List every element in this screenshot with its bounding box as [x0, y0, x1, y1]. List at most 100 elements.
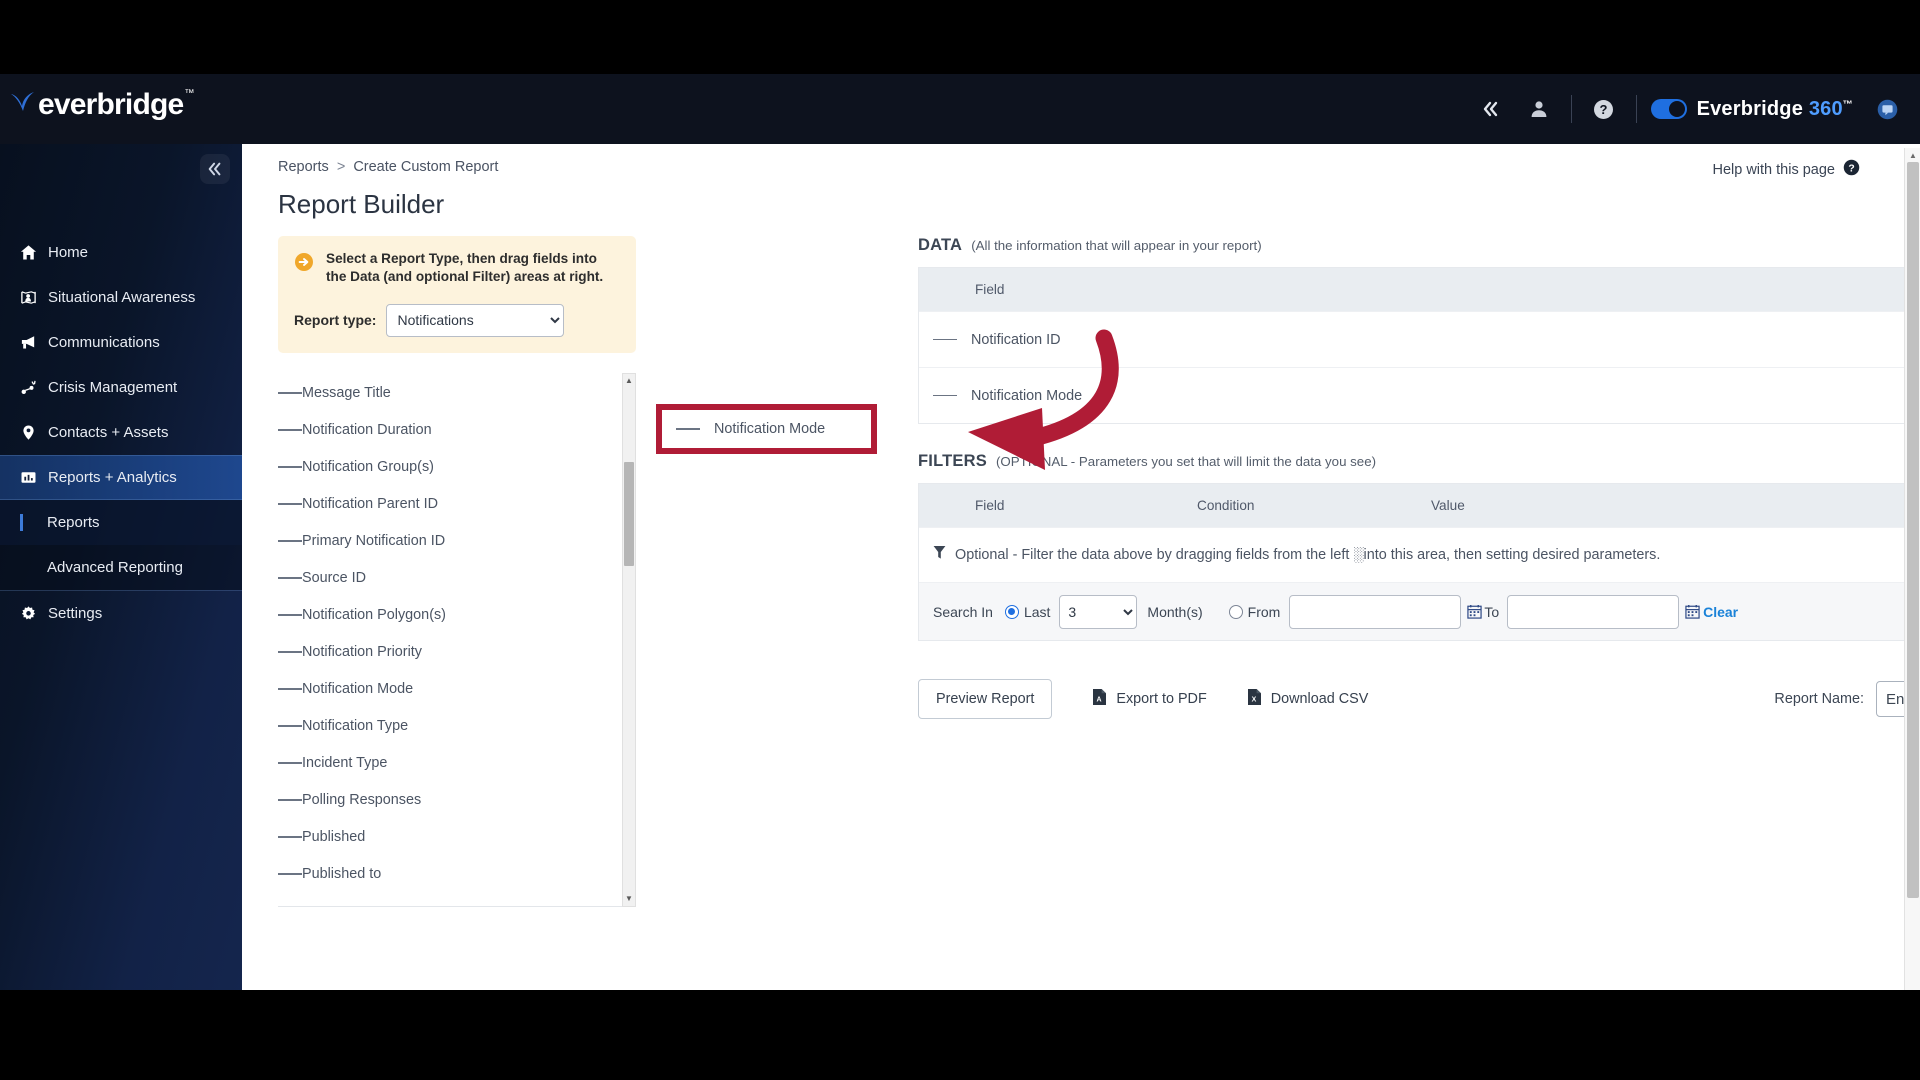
drag-handle-icon[interactable]: [278, 871, 302, 877]
scrollbar-thumb[interactable]: [624, 461, 634, 566]
sidebar-item-crisis-management[interactable]: Crisis Management: [0, 365, 242, 410]
field-list-scrollbar[interactable]: ▲ ▼: [622, 372, 636, 907]
sidebar-item-reports-analytics[interactable]: Reports + Analytics: [0, 455, 242, 500]
screenshot-root: everbridge ™ ? Everbridge 360™ Home Situ…: [0, 0, 1920, 1080]
drag-handle-icon[interactable]: [278, 686, 302, 692]
gear-icon: [20, 605, 48, 622]
list-item[interactable]: Polling Responses: [278, 782, 636, 819]
calendar-icon[interactable]: [1467, 604, 1482, 619]
help-circle-icon[interactable]: ?: [1843, 159, 1860, 180]
field-label: Polling Responses: [302, 792, 422, 809]
location-pin-icon: [20, 424, 48, 441]
sidebar-item-situational-awareness[interactable]: Situational Awareness: [0, 275, 242, 320]
radio-from[interactable]: [1228, 604, 1243, 619]
field-label: Notification Group(s): [302, 459, 434, 476]
header-collapse-button[interactable]: [1467, 74, 1515, 144]
breadcrumb: Reports > Create Custom Report: [278, 159, 498, 175]
sidebar-nav: Home Situational Awareness Communication…: [0, 230, 242, 636]
drag-handle-icon[interactable]: [278, 538, 302, 544]
e360-prefix: Everbridge: [1696, 97, 1809, 120]
page-title: Report Builder: [278, 189, 445, 219]
scroll-down-arrow-icon[interactable]: ▼: [623, 892, 635, 906]
data-table: Field Remove All Notification ID Notific…: [918, 267, 1920, 424]
user-icon[interactable]: [1515, 74, 1563, 144]
list-item[interactable]: Source ID: [278, 560, 636, 597]
sidebar-item-home[interactable]: Home: [0, 230, 242, 275]
list-item[interactable]: Published to: [278, 856, 636, 893]
to-date-input[interactable]: [1507, 594, 1680, 629]
info-callout: Select a Report Type, then drag fields i…: [278, 236, 636, 353]
scroll-up-arrow-icon[interactable]: ▲: [1905, 148, 1920, 162]
list-item[interactable]: Message Title: [278, 375, 636, 412]
drag-handle-icon[interactable]: [278, 834, 302, 840]
scroll-up-arrow-icon[interactable]: ▲: [623, 374, 635, 388]
clear-dates-link[interactable]: Clear: [1703, 604, 1738, 620]
calendar-icon[interactable]: [1685, 604, 1700, 619]
list-item[interactable]: Notification Type: [278, 708, 636, 745]
page-scrollbar-thumb[interactable]: [1907, 162, 1919, 898]
megaphone-icon: [20, 334, 48, 351]
radio-last[interactable]: [1004, 604, 1019, 619]
filters-empty-dropzone[interactable]: Optional - Filter the data above by drag…: [919, 527, 1920, 582]
everbridge-360-switch[interactable]: [1650, 99, 1687, 119]
list-item[interactable]: Notification Parent ID: [278, 486, 636, 523]
list-item[interactable]: Notification Duration: [278, 412, 636, 449]
list-item[interactable]: Notification Priority: [278, 634, 636, 671]
svg-text:?: ?: [1600, 102, 1608, 117]
drag-handle-icon[interactable]: [278, 612, 302, 618]
sidebar-item-settings[interactable]: Settings: [0, 591, 242, 636]
help-with-this-page-link[interactable]: Help with this page ?: [1712, 159, 1860, 180]
sidebar-item-label: Situational Awareness: [48, 289, 196, 306]
page-scrollbar[interactable]: ▲: [1904, 148, 1920, 990]
drag-handle-icon[interactable]: [278, 501, 302, 507]
radio-last-label: Last: [1023, 603, 1051, 620]
export-to-pdf-label: Export to PDF: [1116, 691, 1207, 707]
drag-handle-icon[interactable]: [278, 464, 302, 470]
everbridge-360-toggle-group[interactable]: Everbridge 360™: [1650, 97, 1898, 121]
sidebar-item-label: Settings: [48, 605, 103, 622]
drag-handle-icon[interactable]: [278, 760, 302, 766]
sidebar-item-advanced-reporting[interactable]: Advanced Reporting: [0, 545, 242, 590]
drag-handle-icon[interactable]: [278, 649, 302, 655]
drag-handle-icon[interactable]: [278, 797, 302, 803]
table-row[interactable]: Notification Mode: [919, 367, 1920, 423]
crisis-network-icon: [20, 379, 48, 396]
download-csv-label: Download CSV: [1270, 691, 1369, 707]
breadcrumb-root[interactable]: Reports: [278, 159, 329, 175]
sidebar-item-reports[interactable]: Reports: [0, 500, 242, 545]
sidebar-subitem-label: Advanced Reporting: [47, 559, 183, 576]
column-header-field: Field: [975, 498, 1005, 513]
drag-handle-icon[interactable]: [278, 390, 302, 396]
months-select[interactable]: 3: [1059, 594, 1138, 629]
field-label: Incident Type: [302, 755, 388, 772]
drag-handle-icon[interactable]: [278, 723, 302, 729]
drag-handle-icon[interactable]: [933, 337, 957, 343]
field-label: Notification Type: [302, 718, 409, 735]
list-item[interactable]: Primary Notification ID: [278, 523, 636, 560]
header-divider-2: [1635, 95, 1637, 123]
list-item[interactable]: Notification Group(s): [278, 449, 636, 486]
from-date-input[interactable]: [1289, 594, 1462, 629]
sidebar-item-communications[interactable]: Communications: [0, 320, 242, 365]
drag-handle-icon[interactable]: [933, 393, 957, 399]
export-to-pdf-button[interactable]: A Export to PDF: [1092, 688, 1207, 710]
sidebar-collapse-button[interactable]: [200, 154, 230, 184]
help-circle-icon[interactable]: ?: [1580, 74, 1628, 144]
sidebar-item-contacts-assets[interactable]: Contacts + Assets: [0, 410, 242, 455]
header-divider-1: [1570, 95, 1572, 123]
bar-chart-icon: [20, 469, 48, 486]
preview-report-button[interactable]: Preview Report: [918, 679, 1053, 719]
list-item[interactable]: Published: [278, 819, 636, 856]
list-item[interactable]: Incident Type: [278, 745, 636, 782]
breadcrumb-current: Create Custom Report: [353, 159, 499, 175]
chat-bubble-icon[interactable]: [1877, 99, 1898, 120]
drag-handle-icon[interactable]: [278, 575, 302, 581]
table-row[interactable]: Notification ID: [919, 311, 1920, 367]
report-type-select[interactable]: Notifications: [386, 303, 565, 337]
list-item[interactable]: Notification Mode: [278, 671, 636, 708]
download-csv-button[interactable]: X Download CSV: [1247, 688, 1369, 710]
drag-handle-icon[interactable]: [278, 427, 302, 433]
report-builder-area: DATA (All the information that will appe…: [918, 236, 1920, 721]
list-item[interactable]: Notification Polygon(s): [278, 597, 636, 634]
column-header-field: Field: [975, 282, 1005, 297]
